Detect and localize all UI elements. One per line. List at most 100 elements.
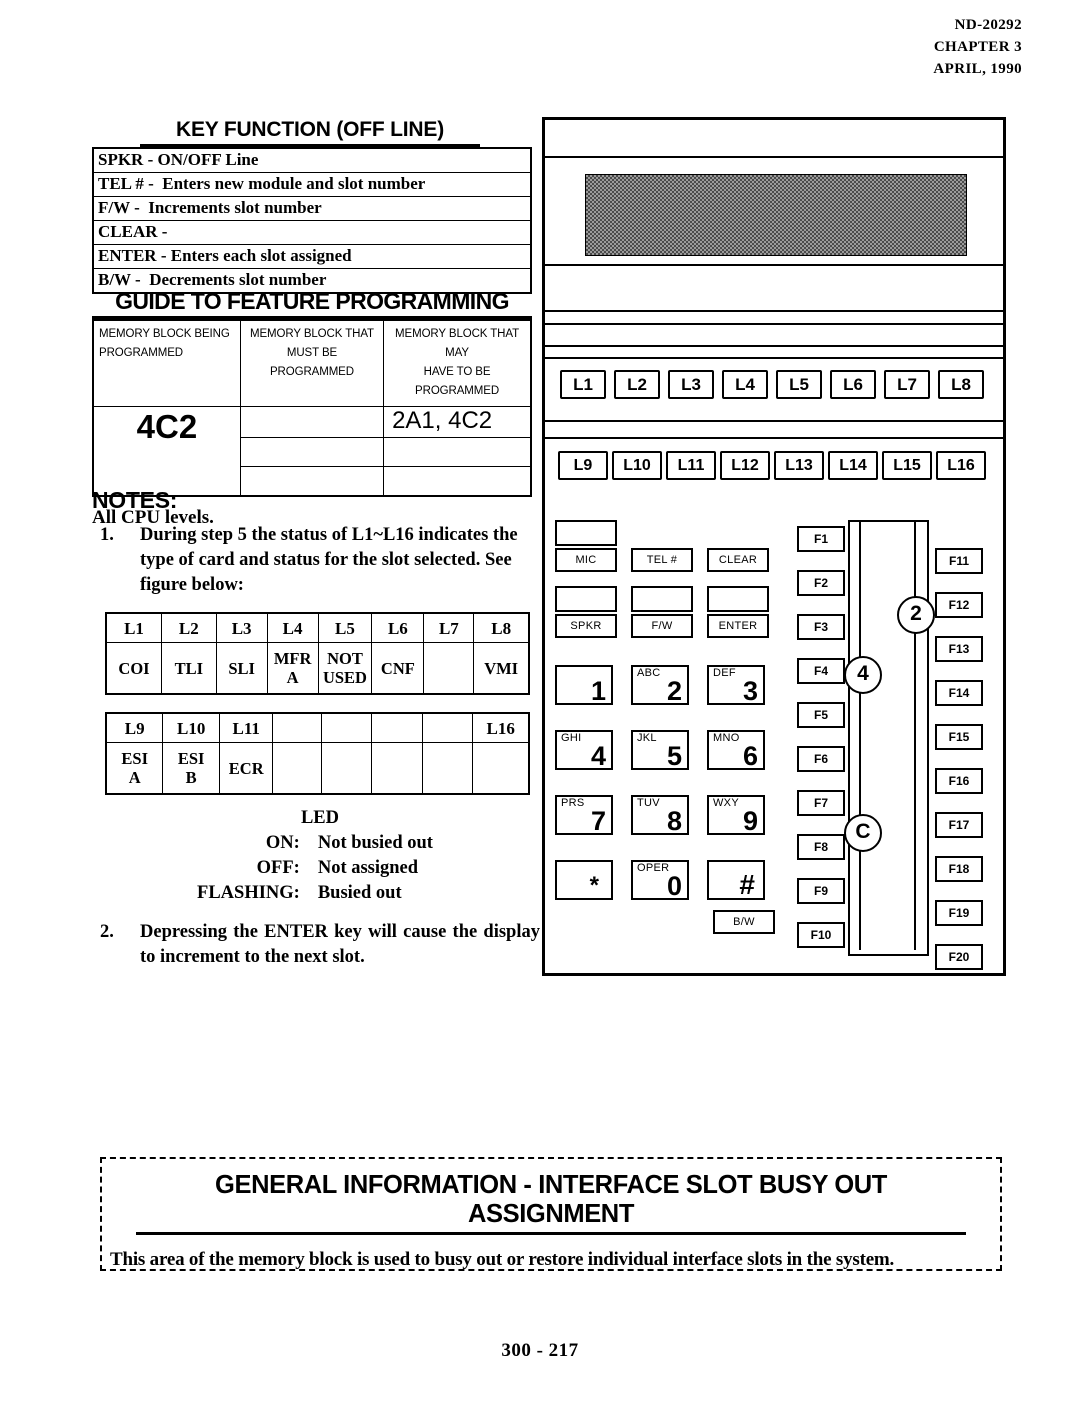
key-sep: - [160, 246, 167, 265]
f-key-f3[interactable]: F3 [797, 614, 845, 640]
key-sep: - [161, 222, 168, 241]
line-key-l3[interactable]: L3 [668, 370, 714, 399]
led-meaning: Not busied out [317, 833, 433, 853]
slot-value [272, 742, 323, 795]
table-row: COI TLI SLI MFR A NOT USED CNF VMI [105, 642, 530, 695]
f-key-f9[interactable]: F9 [797, 878, 845, 904]
table-header-row: MEMORY BLOCK BEING PROGRAMMED MEMORY BLO… [92, 319, 532, 407]
general-information-title: GENERAL INFORMATION - INTERFACE SLOT BUS… [136, 1171, 966, 1235]
f-key-f5[interactable]: F5 [797, 702, 845, 728]
line-key-l8[interactable]: L8 [938, 370, 984, 399]
keypad-key-1[interactable]: 1 [555, 665, 613, 705]
f-key-f20[interactable]: F20 [935, 944, 983, 970]
f-key-f12[interactable]: F12 [935, 592, 983, 618]
slot-value: VMI [473, 642, 530, 695]
slot-value [371, 742, 423, 795]
keypad-key-9[interactable]: WXY 9 [707, 795, 765, 835]
note-2-text: Depressing the ENTER key will cause the … [140, 922, 540, 967]
f-key-f14[interactable]: F14 [935, 680, 983, 706]
line-key-l7[interactable]: L7 [884, 370, 930, 399]
line-key-l14[interactable]: L14 [828, 451, 878, 480]
keypad-key-7[interactable]: PRS 7 [555, 795, 613, 835]
callout-marker-2: 2 [897, 596, 935, 634]
f-key-f4[interactable]: F4 [797, 658, 845, 684]
keypad-digit: 9 [742, 806, 758, 836]
line-key-l2[interactable]: L2 [614, 370, 660, 399]
keypad-key-5[interactable]: JKL 5 [631, 730, 689, 770]
f-key-f11[interactable]: F11 [935, 548, 983, 574]
led-state: OFF: [256, 858, 300, 878]
line-key-l15[interactable]: L15 [882, 451, 932, 480]
lamp-above-enter [707, 586, 769, 612]
f-key-f15[interactable]: F15 [935, 724, 983, 750]
f-key-f10[interactable]: F10 [797, 922, 845, 948]
line-key-l9[interactable]: L9 [558, 451, 608, 480]
mic-key[interactable]: MIC [555, 548, 617, 572]
guide-col2-line2: MUST BE PROGRAMMED [269, 347, 354, 378]
slot-value [321, 742, 373, 795]
slot-header: L16 [472, 712, 530, 743]
table-row: F/W - Increments slot number [92, 196, 532, 221]
note-2: 2. Depressing the ENTER key will cause t… [100, 920, 540, 970]
key-sep: - [147, 150, 154, 169]
note-1: 1. During step 5 the status of L1~L16 in… [100, 523, 540, 598]
line-key-l12[interactable]: L12 [720, 451, 770, 480]
f-key-f6[interactable]: F6 [797, 746, 845, 772]
keypad-key-hash[interactable]: # [707, 860, 765, 900]
keypad-digit: 7 [590, 806, 606, 836]
phone-divider [545, 345, 1003, 347]
led-meaning: Busied out [317, 883, 402, 903]
fw-key[interactable]: F/W [631, 614, 693, 638]
phone-divider [545, 310, 1003, 312]
line-key-l13[interactable]: L13 [774, 451, 824, 480]
phone-divider [545, 420, 1003, 422]
f-key-f1[interactable]: F1 [797, 526, 845, 552]
key-desc: Decrements slot number [149, 270, 327, 289]
table-row: ON: Not busied out [197, 831, 433, 856]
bw-key[interactable]: B/W [713, 910, 775, 934]
f-key-f18[interactable]: F18 [935, 856, 983, 882]
clear-key[interactable]: CLEAR [707, 548, 769, 572]
line-key-l5[interactable]: L5 [776, 370, 822, 399]
line-key-l11[interactable]: L11 [666, 451, 716, 480]
keypad-key-2[interactable]: ABC 2 [631, 665, 689, 705]
f-key-f2[interactable]: F2 [797, 570, 845, 596]
f-key-f16[interactable]: F16 [935, 768, 983, 794]
callout-marker-c: C [844, 814, 882, 852]
f-key-f7[interactable]: F7 [797, 790, 845, 816]
keypad-letters: PRS [561, 797, 585, 809]
cradle-line-right [914, 522, 916, 950]
line-key-l16[interactable]: L16 [936, 451, 986, 480]
line-key-l6[interactable]: L6 [830, 370, 876, 399]
table-row: TEL # - Enters new module and slot numbe… [92, 172, 532, 197]
line-key-l4[interactable]: L4 [722, 370, 768, 399]
keypad-key-0[interactable]: OPER 0 [631, 860, 689, 900]
lamp-above-mic [555, 520, 617, 546]
memory-block-being-programmed-value: 4C2 [92, 406, 241, 497]
f-key-f17[interactable]: F17 [935, 812, 983, 838]
tel-number-key[interactable]: TEL # [631, 548, 693, 572]
keypad-key-3[interactable]: DEF 3 [707, 665, 765, 705]
table-row: CLEAR - [92, 220, 532, 245]
f-key-f13[interactable]: F13 [935, 636, 983, 662]
phone-divider [545, 156, 1003, 158]
keypad-key-star[interactable]: * [555, 860, 613, 900]
spkr-key[interactable]: SPKR [555, 614, 617, 638]
key-label: SPKR [98, 150, 144, 169]
keypad-key-4[interactable]: GHI 4 [555, 730, 613, 770]
keypad-key-6[interactable]: MNO 6 [707, 730, 765, 770]
key-label: ENTER [98, 246, 157, 265]
enter-key[interactable]: ENTER [707, 614, 769, 638]
led-state: FLASHING: [197, 883, 300, 903]
line-key-l10[interactable]: L10 [612, 451, 662, 480]
callout-marker-4: 4 [844, 656, 882, 694]
f-key-f8[interactable]: F8 [797, 834, 845, 860]
keypad-digit: 2 [666, 676, 682, 706]
keypad-key-8[interactable]: TUV 8 [631, 795, 689, 835]
f-key-f19[interactable]: F19 [935, 900, 983, 926]
note-1-number: 1. [100, 525, 114, 545]
keypad-letters: OPER [637, 862, 670, 874]
key-label: F/W [98, 198, 130, 217]
line-key-l1[interactable]: L1 [560, 370, 606, 399]
keypad-digit: 8 [666, 806, 682, 836]
